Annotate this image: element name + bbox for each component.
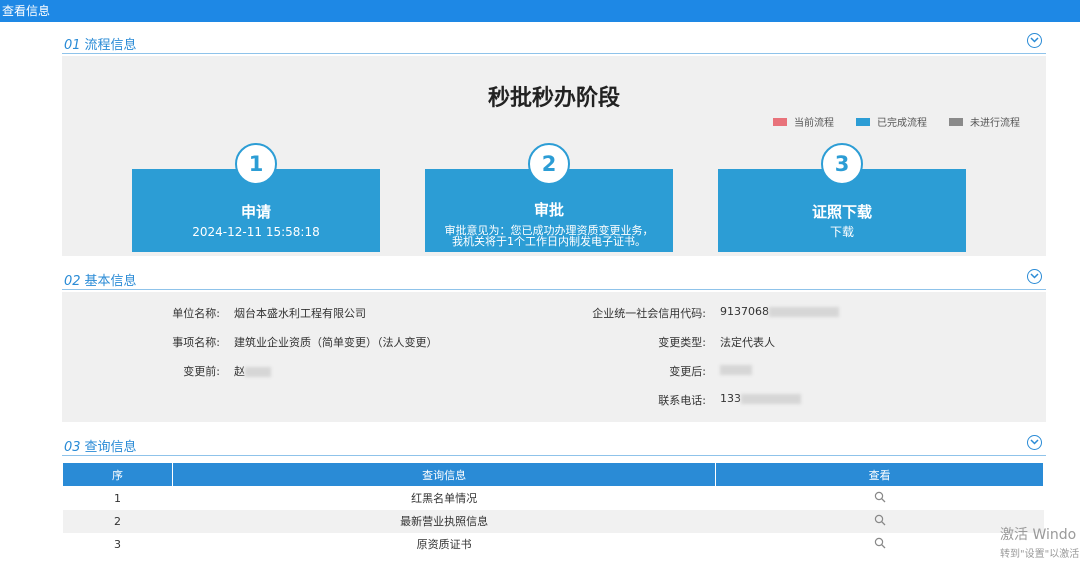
- field-unit-name: 单位名称: 烟台本盛水利工程有限公司: [62, 305, 366, 321]
- field-value: 烟台本盛水利工程有限公司: [234, 307, 366, 320]
- step-name: 申请: [240, 203, 271, 221]
- field-label: 事项名称:: [172, 336, 220, 349]
- step-approve: 2 审批 审批意见为：您已成功办理资质变更业务，我机关将于1个工作日内制发电子证…: [425, 143, 673, 252]
- download-link[interactable]: 下载: [718, 226, 966, 238]
- row-index: 2: [62, 509, 173, 533]
- legend-swatch: [773, 117, 787, 126]
- column-header-info: 查询信息: [171, 462, 717, 487]
- process-panel: 秒批秒办阶段 当前流程 已完成流程 未进行流程 1 申请 2024-12-11 …: [62, 56, 1046, 256]
- legend-label: 已完成流程: [877, 118, 927, 129]
- search-icon[interactable]: [715, 486, 1044, 510]
- legend-item-current: 当前流程: [773, 114, 834, 129]
- section-header-query: 03 查询信息: [62, 434, 1046, 456]
- step-apply: 1 申请 2024-12-11 15:58:18: [132, 143, 380, 252]
- field-label: 联系电话:: [658, 394, 706, 407]
- legend-label: 当前流程: [794, 118, 834, 129]
- search-icon[interactable]: [715, 532, 1044, 556]
- query-table: 序 查询信息 查看 1 红黑名单情况 2 最新营业执照信息 3 原资质证书: [62, 462, 1044, 556]
- windows-activation-hint: 转到"设置"以激活: [1000, 549, 1080, 560]
- section-header-process: 01 流程信息: [62, 32, 1046, 54]
- window-title: 查看信息: [2, 4, 51, 18]
- step-number: 1: [235, 143, 277, 185]
- legend-item-done: 已完成流程: [856, 114, 927, 129]
- legend-label: 未进行流程: [970, 118, 1020, 129]
- section-header-basic: 02 基本信息: [62, 268, 1046, 290]
- table-row: 3 原资质证书: [62, 532, 1044, 556]
- row-info: 最新营业执照信息: [172, 509, 716, 533]
- field-item-name: 事项名称: 建筑业企业资质（简单变更）（法人变更）: [62, 334, 438, 350]
- step-name: 证照下载: [811, 203, 872, 221]
- field-label: 变更类型:: [658, 336, 706, 349]
- chevron-down-icon[interactable]: [1027, 435, 1042, 450]
- field-label: 企业统一社会信用代码:: [592, 307, 706, 320]
- step-time: 2024-12-11 15:58:18: [192, 225, 320, 239]
- chevron-down-icon[interactable]: [1027, 33, 1042, 48]
- field-value: 9137068: [720, 305, 839, 321]
- step-license-download[interactable]: 3 证照下载 下载: [718, 143, 966, 252]
- field-phone: 联系电话: 133: [512, 392, 801, 408]
- field-value: 赵: [234, 363, 271, 379]
- field-value: 法定代表人: [720, 336, 775, 349]
- redaction: [741, 394, 801, 404]
- section-number: 03: [64, 440, 81, 455]
- redaction: [245, 367, 271, 377]
- row-index: 3: [62, 532, 173, 556]
- field-after: 变更后:: [512, 363, 752, 379]
- field-credit-code: 企业统一社会信用代码: 9137068: [512, 305, 839, 321]
- table-row: 1 红黑名单情况: [62, 486, 1044, 510]
- stage-title: 秒批秒办阶段: [487, 86, 620, 111]
- basic-info-panel: 单位名称: 烟台本盛水利工程有限公司 企业统一社会信用代码: 9137068 事…: [62, 292, 1046, 422]
- legend-item-pending: 未进行流程: [949, 114, 1020, 129]
- windows-activation-watermark: 激活 Windo: [1000, 527, 1077, 543]
- section-title: 流程信息: [84, 38, 137, 53]
- field-label: 单位名称:: [172, 307, 220, 320]
- legend-swatch: [856, 117, 870, 126]
- column-header-index: 序: [62, 462, 173, 487]
- chevron-down-icon[interactable]: [1027, 269, 1042, 284]
- window-titlebar: 查看信息: [0, 0, 1080, 22]
- section-number: 01: [64, 38, 81, 53]
- legend-swatch: [949, 117, 963, 126]
- step-opinion: 审批意见为：您已成功办理资质变更业务，我机关将于1个工作日内制发电子证书。: [444, 224, 654, 248]
- field-before: 变更前: 赵: [62, 363, 271, 379]
- section-title: 查询信息: [84, 440, 137, 455]
- row-index: 1: [62, 486, 173, 510]
- search-icon[interactable]: [715, 509, 1044, 533]
- field-label: 变更前:: [183, 365, 220, 378]
- redaction: [720, 365, 752, 375]
- row-info: 原资质证书: [172, 532, 716, 556]
- step-number: 2: [528, 143, 570, 185]
- field-label: 变更后:: [669, 365, 706, 378]
- section-number: 02: [64, 274, 81, 289]
- field-change-type: 变更类型: 法定代表人: [512, 334, 775, 350]
- legend: 当前流程 已完成流程 未进行流程: [773, 114, 1020, 129]
- redaction: [769, 307, 839, 317]
- step-number: 3: [821, 143, 863, 185]
- field-value: 133: [720, 392, 801, 408]
- table-row: 2 最新营业执照信息: [62, 509, 1044, 533]
- section-title: 基本信息: [84, 274, 137, 289]
- field-value: 建筑业企业资质（简单变更）（法人变更）: [234, 336, 438, 349]
- row-info: 红黑名单情况: [172, 486, 716, 510]
- table-header-row: 序 查询信息 查看: [62, 462, 1044, 487]
- column-header-view: 查看: [715, 462, 1044, 487]
- step-name: 审批: [533, 201, 564, 219]
- field-value: [720, 363, 752, 379]
